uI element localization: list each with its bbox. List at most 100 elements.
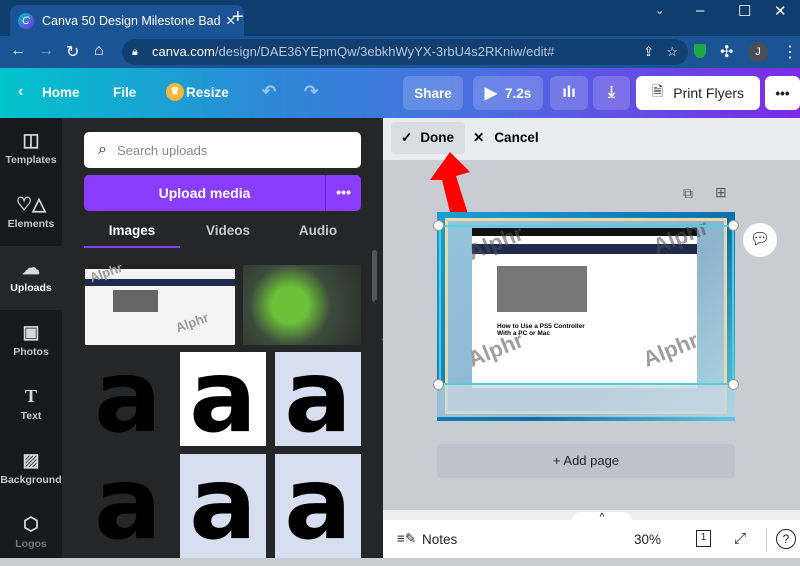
profile-avatar[interactable]: J <box>748 42 768 62</box>
search-input[interactable]: ⌕ Search uploads <box>84 132 361 168</box>
cancel-label: Cancel <box>494 130 539 145</box>
photos-icon: ▣ <box>22 322 40 342</box>
text-icon: T <box>24 386 37 406</box>
share-page-icon[interactable]: ⇪ <box>643 39 654 65</box>
upload-thumb-screenshot[interactable]: Alphr Alphr <box>85 265 235 345</box>
crop-handle[interactable] <box>728 220 739 231</box>
browser-tab[interactable]: C Canva 50 Design Milestone Badge ✕ <box>10 5 244 36</box>
share-button[interactable]: Share <box>403 76 463 110</box>
more-options-button[interactable]: ••• <box>765 76 800 110</box>
back-icon[interactable]: ← <box>10 42 26 60</box>
add-comment-button[interactable]: 💬︎ <box>743 223 777 257</box>
add-page-icon[interactable]: ⊞ <box>715 184 727 201</box>
print-flyers-button[interactable]: 🗎︎ Print Flyers <box>636 76 760 110</box>
upload-thumb-letter-a-pattern[interactable]: a <box>180 454 266 558</box>
url-host: canva.com <box>152 44 215 59</box>
home-button[interactable]: Home <box>42 85 80 100</box>
reload-icon[interactable]: ↻ <box>66 42 79 62</box>
crop-handle[interactable] <box>433 379 444 390</box>
print-flyers-label: Print Flyers <box>673 85 745 101</box>
footer-bar: ≡✎ Notes 30% 1 ⤢ ? <box>383 520 800 558</box>
print-icon: 🗎︎ <box>651 83 664 99</box>
sidebar-item-text[interactable]: T Text <box>0 374 62 438</box>
help-button[interactable]: ? <box>776 529 796 549</box>
present-button[interactable]: ▶ 7.2s <box>473 76 543 110</box>
resize-button[interactable]: Resize <box>186 85 229 100</box>
play-duration: 7.2s <box>505 85 532 101</box>
done-label: Done <box>420 130 455 145</box>
crop-handle[interactable] <box>433 220 444 231</box>
add-page-button[interactable]: + Add page <box>437 444 735 478</box>
logos-icon: ⬡ <box>23 514 39 534</box>
play-icon: ▶ <box>484 85 498 102</box>
undo-icon[interactable]: ↶ <box>262 82 276 102</box>
new-tab-button[interactable]: + <box>232 6 244 29</box>
search-icon: ⌕ <box>98 141 107 158</box>
sidebar-item-uploads[interactable]: ☁ Uploads <box>0 246 62 310</box>
minimize-button[interactable]: – <box>696 2 704 19</box>
page-count-button[interactable]: 1 <box>696 530 711 547</box>
design-page[interactable]: How to Use a PS5 Controller With a PC or… <box>433 212 739 421</box>
sidebar-label: Elements <box>7 218 55 230</box>
tab-videos[interactable]: Videos <box>180 218 276 248</box>
panel-scrollbar[interactable] <box>372 250 377 302</box>
uploads-panel: ⌕ Search uploads Upload media ••• Images … <box>62 118 383 558</box>
crown-icon: ♛ <box>166 83 184 101</box>
templates-icon: ◫ <box>22 130 40 150</box>
insights-chart-button[interactable]: ılı <box>550 76 588 110</box>
watermark-text: Alphr <box>173 309 211 336</box>
upload-media-group: Upload media ••• <box>84 175 361 211</box>
tab-images[interactable]: Images <box>84 218 180 248</box>
zoom-level[interactable]: 30% <box>634 532 661 547</box>
sidebar-item-elements[interactable]: ♡△ Elements <box>0 182 62 246</box>
upload-cloud-icon: ☁ <box>22 258 40 278</box>
bookmark-star-icon[interactable]: ☆ <box>666 39 678 65</box>
maximize-button[interactable]: ☐ <box>738 2 751 20</box>
sidebar-label: Text <box>20 410 42 422</box>
chevron-left-icon: ‹ <box>18 83 24 100</box>
close-window-button[interactable]: ✕ <box>774 2 787 20</box>
sidebar-item-logos[interactable]: ⬡ Logos <box>0 502 62 566</box>
upload-more-button[interactable]: ••• <box>325 175 361 211</box>
check-icon: ✓ <box>401 130 413 145</box>
close-icon: ✕ <box>473 130 485 145</box>
browser-tab-bar: C Canva 50 Design Milestone Badge ✕ + ⌄ … <box>0 0 800 36</box>
forward-icon[interactable]: → <box>38 42 54 60</box>
home-icon[interactable]: ⌂ <box>94 42 104 60</box>
upload-thumb-letter-a-black[interactable]: a <box>85 454 171 558</box>
elements-icon: ♡△ <box>16 194 46 214</box>
file-menu-button[interactable]: File <box>113 85 136 100</box>
extensions-puzzle-icon[interactable]: ✣ <box>720 42 733 62</box>
cancel-button[interactable]: ✕ Cancel <box>473 122 539 154</box>
redo-icon[interactable]: ↷ <box>304 82 318 102</box>
upload-thumb-lovebirds[interactable] <box>243 265 361 345</box>
shield-extension-icon[interactable] <box>694 44 706 58</box>
browser-menu-icon[interactable]: ⋮ <box>782 42 798 62</box>
tab-title: Canva 50 Design Milestone Badge <box>42 13 220 28</box>
divider <box>766 528 767 552</box>
download-button[interactable]: ⤓ <box>593 76 630 110</box>
duplicate-page-icon[interactable]: ⧉ <box>683 185 693 202</box>
crop-handle[interactable] <box>728 379 739 390</box>
url-path: /design/DAE36YEpmQw/3ebkhWyYX-3rbU4s2RKn… <box>214 44 555 59</box>
url-field[interactable]: 🔒︎ canva.com/design/DAE36YEpmQw/3ebkhWyY… <box>122 39 688 65</box>
upload-thumb-letter-a-black[interactable]: a <box>85 352 171 446</box>
fullscreen-icon[interactable]: ⤢ <box>734 530 746 547</box>
sidebar-item-photos[interactable]: ▣ Photos <box>0 310 62 374</box>
sidebar-label: Templates <box>5 154 57 166</box>
sidebar-label: Background <box>0 474 62 486</box>
upload-thumb-letter-a-white[interactable]: a <box>180 352 266 446</box>
crop-frame[interactable] <box>439 225 734 385</box>
upload-thumb-letter-a-pattern[interactable]: a <box>275 454 361 558</box>
sidebar-item-background[interactable]: ▨ Background <box>0 438 62 502</box>
tab-search-icon[interactable]: ⌄ <box>655 4 664 17</box>
notes-button[interactable]: Notes <box>422 532 457 547</box>
upload-thumb-letter-a-pattern[interactable]: a <box>275 352 361 446</box>
canva-favicon-icon: C <box>18 12 34 29</box>
canva-toolbar: ‹ Home File ♛ Resize ↶ ↷ Share ▶ 7.2s ılı… <box>0 68 800 118</box>
background-icon: ▨ <box>22 450 40 470</box>
upload-media-button[interactable]: Upload media <box>84 175 325 211</box>
sidebar: ◫ Templates ♡△ Elements ☁ Uploads ▣ Photos T… <box>0 118 62 558</box>
sidebar-item-templates[interactable]: ◫ Templates <box>0 118 62 182</box>
tab-audio[interactable]: Audio <box>270 218 366 248</box>
